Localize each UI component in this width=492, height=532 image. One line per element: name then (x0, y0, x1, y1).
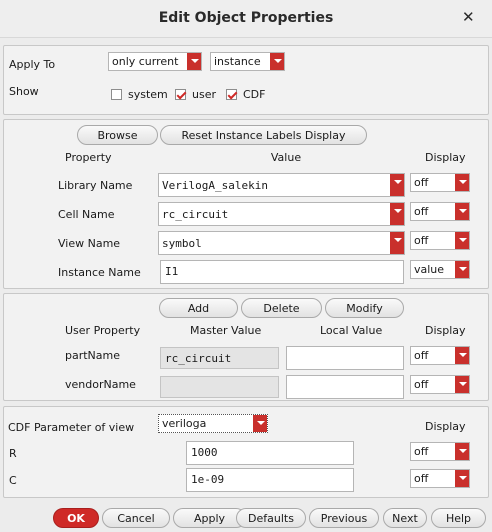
r-value-field[interactable]: 1000 (186, 441, 354, 465)
close-icon[interactable]: ✕ (462, 8, 475, 26)
col-display-header: Display (425, 151, 466, 164)
library-name-value: VerilogA_salekin (162, 179, 268, 192)
chevron-down-icon (390, 203, 404, 225)
col-display-header: Display (425, 420, 466, 433)
show-cdf-label: CDF (243, 88, 266, 101)
library-display-select[interactable]: off (410, 173, 470, 192)
instance-name-field[interactable]: I1 (160, 260, 404, 284)
vendor-name-local-field[interactable] (286, 375, 404, 399)
c-value-field[interactable]: 1e-09 (186, 468, 354, 492)
delete-button[interactable]: Delete (241, 298, 322, 318)
show-cdf-checkbox[interactable] (226, 89, 237, 100)
property-label: Cell Name (58, 208, 115, 221)
vendor-name-display-select[interactable]: off (410, 375, 470, 394)
help-button[interactable]: Help (431, 508, 486, 528)
modify-button[interactable]: Modify (325, 298, 404, 318)
cdf-view-select[interactable]: veriloga (158, 414, 268, 433)
display-value: off (414, 176, 429, 189)
window-title: Edit Object Properties (158, 10, 334, 26)
property-label: Instance Name (58, 266, 141, 279)
display-value: off (414, 378, 429, 391)
chevron-down-icon (455, 443, 469, 460)
apply-object-value: instance (214, 55, 261, 68)
chevron-down-icon (253, 415, 267, 432)
part-name-master-field: rc_circuit (160, 347, 279, 369)
part-name-local-field[interactable] (286, 346, 404, 370)
apply-object-select[interactable]: instance (210, 52, 285, 71)
instance-display-select[interactable]: value (410, 260, 470, 279)
display-value: off (414, 349, 429, 362)
chevron-down-icon (455, 261, 469, 278)
chevron-down-icon (455, 376, 469, 393)
cancel-button[interactable]: Cancel (102, 508, 170, 528)
display-value: off (414, 445, 429, 458)
reset-labels-button[interactable]: Reset Instance Labels Display (160, 125, 367, 145)
chevron-down-icon (455, 470, 469, 487)
col-property-header: Property (65, 151, 112, 164)
chevron-down-icon (455, 232, 469, 249)
property-label: View Name (58, 237, 121, 250)
show-label: Show (9, 85, 39, 98)
display-value: off (414, 205, 429, 218)
show-user-checkbox[interactable] (175, 89, 186, 100)
display-value: value (414, 263, 445, 276)
cdf-view-label: CDF Parameter of view (8, 421, 135, 434)
show-system-checkbox[interactable] (111, 89, 122, 100)
show-user-label: user (192, 88, 216, 101)
chevron-down-icon (455, 347, 469, 364)
user-property-label: vendorName (65, 378, 136, 391)
col-display-header: Display (425, 324, 466, 337)
chevron-down-icon (270, 53, 284, 70)
cdf-param-label: R (9, 447, 17, 460)
cell-name-value: rc_circuit (162, 208, 229, 221)
part-name-display-select[interactable]: off (410, 346, 470, 365)
col-user-property-header: User Property (65, 324, 141, 337)
cell-name-select[interactable]: rc_circuit (158, 202, 405, 226)
apply-to-label: Apply To (9, 58, 56, 71)
user-property-label: partName (65, 349, 121, 362)
chevron-down-icon (187, 53, 201, 70)
chevron-down-icon (455, 174, 469, 191)
property-label: Library Name (58, 179, 133, 192)
library-name-select[interactable]: VerilogA_salekin (158, 173, 405, 197)
col-local-header: Local Value (320, 324, 383, 337)
cell-display-select[interactable]: off (410, 202, 470, 221)
add-button[interactable]: Add (159, 298, 238, 318)
view-display-select[interactable]: off (410, 231, 470, 250)
next-button[interactable]: Next (383, 508, 427, 528)
defaults-button[interactable]: Defaults (236, 508, 306, 528)
chevron-down-icon (390, 232, 404, 254)
chevron-down-icon (455, 203, 469, 220)
browse-button[interactable]: Browse (77, 125, 158, 145)
display-value: off (414, 234, 429, 247)
apply-scope-select[interactable]: only current (108, 52, 202, 71)
r-display-select[interactable]: off (410, 442, 470, 461)
col-master-header: Master Value (190, 324, 262, 337)
cdf-view-value: veriloga (162, 417, 207, 430)
ok-button[interactable]: OK (53, 508, 99, 528)
vendor-name-master-field (160, 376, 279, 398)
view-name-value: symbol (162, 237, 202, 250)
view-name-select[interactable]: symbol (158, 231, 405, 255)
apply-scope-value: only current (112, 55, 179, 68)
previous-button[interactable]: Previous (309, 508, 379, 528)
c-display-select[interactable]: off (410, 469, 470, 488)
display-value: off (414, 472, 429, 485)
cdf-param-label: C (9, 474, 17, 487)
col-value-header: Value (270, 151, 302, 164)
show-system-label: system (128, 88, 168, 101)
chevron-down-icon (390, 174, 404, 196)
